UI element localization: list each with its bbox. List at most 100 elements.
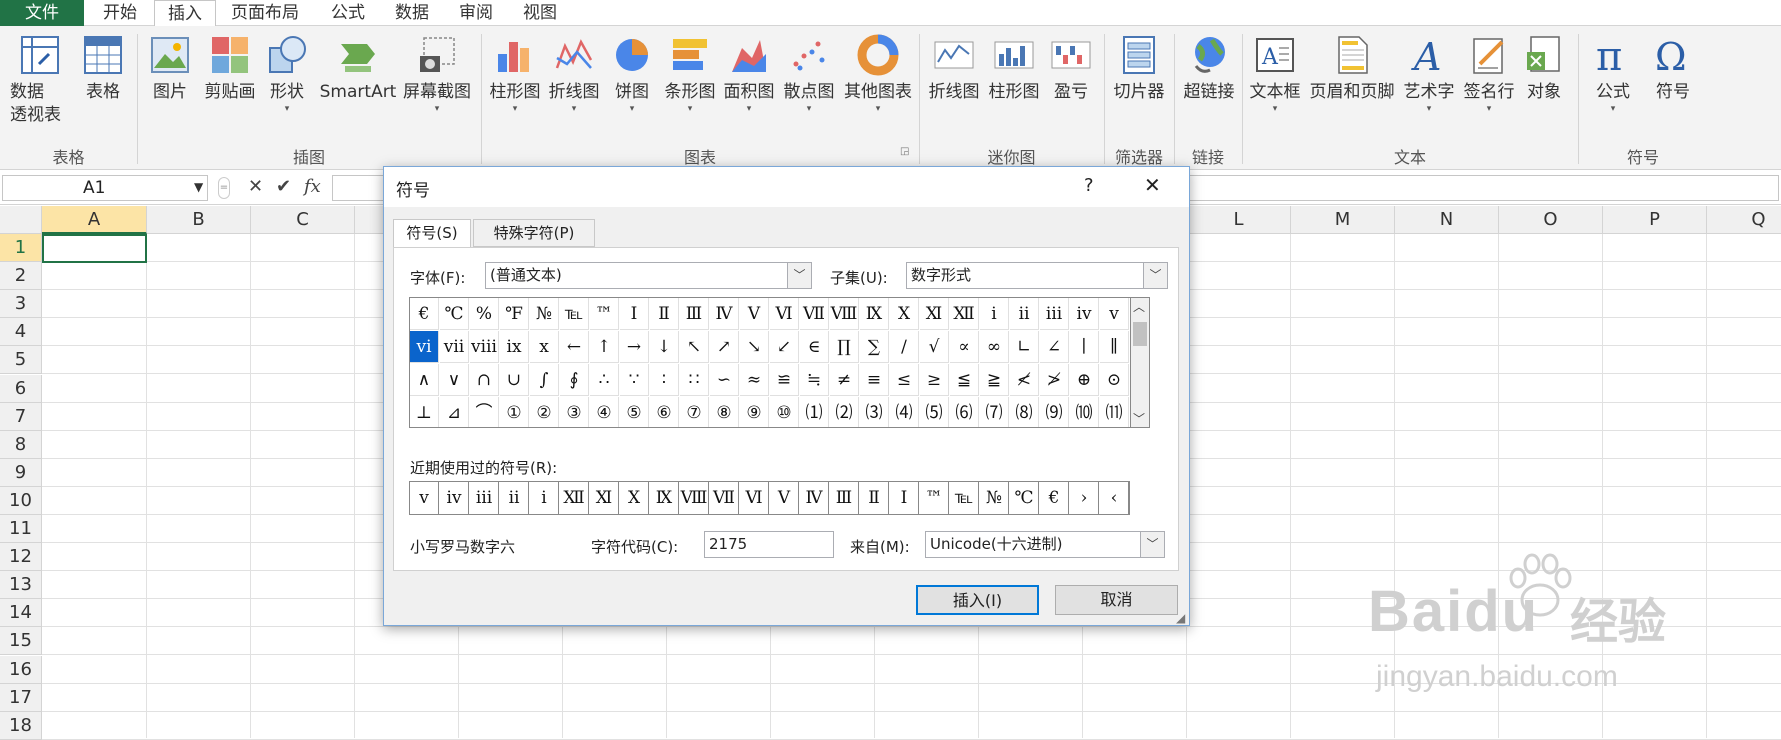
bar-chart-button[interactable]: 条形图 ▾	[660, 34, 720, 114]
slicer-button[interactable]: 切片器	[1108, 34, 1170, 104]
sparkline-winloss-button[interactable]: 盈亏	[1048, 34, 1094, 104]
symbol-cell[interactable]: ⑶	[860, 397, 889, 427]
symbol-cell[interactable]: ∠	[1040, 331, 1069, 363]
recent-symbols-row[interactable]: ⅴ ⅳ ⅲ ⅱ ⅰ Ⅻ Ⅺ Ⅹ Ⅸ Ⅷ Ⅶ Ⅵ Ⅴ Ⅳ Ⅲ Ⅱ Ⅰ ™ ℡ № ℃ € › ‹	[409, 481, 1130, 515]
symbol-cell[interactable]: Ⅻ	[950, 298, 979, 330]
symbol-cell[interactable]: ∽	[710, 364, 739, 396]
row-header-12[interactable]: 12	[0, 543, 42, 572]
cancel-entry-icon[interactable]: ✕	[248, 175, 263, 199]
symbol-cell[interactable]: ⊿	[440, 397, 469, 427]
column-header-C[interactable]: C	[251, 206, 355, 234]
symbol-cell[interactable]: ∶	[650, 364, 679, 396]
row-header-10[interactable]: 10	[0, 486, 42, 515]
recent-symbol-cell[interactable]: ›	[1070, 482, 1099, 514]
symbol-cell[interactable]: ↗	[710, 331, 739, 363]
symbol-cell[interactable]: ≥	[920, 364, 949, 396]
row-header-3[interactable]: 3	[0, 290, 42, 319]
row-header-6[interactable]: 6	[0, 374, 42, 403]
recent-symbol-cell[interactable]: ™	[920, 482, 949, 514]
resize-grip-icon[interactable]: ◢	[1176, 611, 1185, 625]
symbol-cell[interactable]: ∩	[470, 364, 499, 396]
pie-chart-button[interactable]: 饼图 ▾	[605, 34, 659, 114]
symbol-cell[interactable]: ⅱ	[1010, 298, 1039, 330]
symbol-cell[interactable]: ⑦	[680, 397, 709, 427]
symbol-cell[interactable]: ⑼	[1040, 397, 1069, 427]
symbol-cell[interactable]: ≤	[890, 364, 919, 396]
row-header-16[interactable]: 16	[0, 655, 42, 684]
symbol-cell[interactable]: Ⅸ	[860, 298, 889, 330]
screenshot-button[interactable]: 屏幕截图 ▾	[400, 34, 474, 114]
column-header-L[interactable]: L	[1187, 206, 1291, 234]
symbol-cell[interactable]: ℉	[500, 298, 529, 330]
font-select[interactable]: (普通文本) ﹀	[485, 262, 812, 289]
row-header-8[interactable]: 8	[0, 430, 42, 459]
symbol-cell[interactable]: ⅲ	[1040, 298, 1069, 330]
symbol-cell[interactable]: ⑨	[740, 397, 769, 427]
character-code-input[interactable]: 2175	[704, 531, 834, 558]
symbol-cell[interactable]: ⑾	[1100, 397, 1129, 427]
close-icon[interactable]: ✕	[1144, 173, 1161, 197]
column-header-A[interactable]: A	[42, 206, 147, 234]
symbol-cell[interactable]: ⑷	[890, 397, 919, 427]
recent-symbol-cell[interactable]: Ⅹ	[620, 482, 649, 514]
smartart-button[interactable]: SmartArt	[316, 34, 400, 104]
symbol-cell[interactable]: ∷	[680, 364, 709, 396]
tab-data[interactable]: 数据	[382, 0, 442, 26]
pivot-table-button[interactable]: 数据 透视表	[4, 34, 76, 127]
symbol-grid[interactable]: € ℃% ℉ № ℡ ™ Ⅰ Ⅱ Ⅲ Ⅳ Ⅴ Ⅵ Ⅶ Ⅷ Ⅸ Ⅹ Ⅺ Ⅻⅰ ⅱ ⅲ ⅳ ⅴ ⅵ ⅶ ⅷ ⅸ ⅹ ← ↑ → ↓ ↖ ↗ ↘ ↙ ∈ ∏ ∑…	[409, 297, 1131, 428]
symbol-cell[interactable]: ⅰ	[980, 298, 1009, 330]
signature-line-button[interactable]: 签名行 ▾	[1460, 34, 1518, 114]
column-header-O[interactable]: O	[1499, 206, 1603, 234]
font-dropdown-icon[interactable]: ﹀	[787, 263, 811, 288]
symbol-cell[interactable]: ∨	[440, 364, 469, 396]
line-chart-button[interactable]: 折线图 ▾	[545, 34, 603, 114]
row-header-14[interactable]: 14	[0, 599, 42, 628]
symbol-cell[interactable]: ⅴ	[1100, 298, 1129, 330]
recent-symbol-cell[interactable]: Ⅸ	[650, 482, 679, 514]
symbol-cell[interactable]: ≦	[950, 364, 979, 396]
row-header-2[interactable]: 2	[0, 262, 42, 291]
symbol-cell[interactable]: ⑽	[1070, 397, 1099, 427]
scroll-thumb[interactable]	[1133, 322, 1147, 346]
tab-special-characters[interactable]: 特殊字符(P)	[473, 219, 595, 247]
header-footer-button[interactable]: 页眉和页脚	[1306, 34, 1398, 104]
recent-symbol-cell[interactable]: Ⅲ	[830, 482, 859, 514]
symbol-cell[interactable]: ∥	[1100, 331, 1129, 363]
symbol-cell[interactable]: ⑵	[830, 397, 859, 427]
tab-formulas[interactable]: 公式	[318, 0, 378, 26]
symbol-cell[interactable]: ←	[560, 331, 589, 363]
insert-button[interactable]: 插入(I)	[916, 585, 1039, 615]
symbol-cell[interactable]: ∧	[410, 364, 439, 396]
symbol-cell[interactable]: ≧	[980, 364, 1009, 396]
symbol-cell[interactable]: ∑	[860, 331, 889, 363]
clipart-button[interactable]: 剪贴画	[200, 34, 260, 104]
symbol-cell[interactable]: ↖	[680, 331, 709, 363]
recent-symbol-cell[interactable]: ⅱ	[500, 482, 529, 514]
name-box[interactable]: A1	[2, 175, 208, 201]
textbox-button[interactable]: A 文本框 ▾	[1246, 34, 1304, 114]
from-dropdown-icon[interactable]: ﹀	[1140, 532, 1164, 557]
scroll-down-icon[interactable]: ﹀	[1133, 410, 1145, 427]
symbol-cell[interactable]: ⑥	[650, 397, 679, 427]
symbol-cell[interactable]: ∫	[530, 364, 559, 396]
insert-function-icon[interactable]: fx	[304, 175, 321, 199]
hyperlink-button[interactable]: 超链接	[1178, 34, 1240, 104]
recent-symbol-cell[interactable]: ⅲ	[470, 482, 499, 514]
symbol-cell[interactable]: ∮	[560, 364, 589, 396]
tab-insert[interactable]: 插入	[154, 0, 216, 27]
symbol-cell[interactable]: ↑	[590, 331, 619, 363]
symbol-cell[interactable]: ∣	[1070, 331, 1099, 363]
symbol-cell[interactable]: ↘	[740, 331, 769, 363]
recent-symbol-cell[interactable]: ‹	[1100, 482, 1129, 514]
wordart-button[interactable]: A 艺术字 ▾	[1400, 34, 1458, 114]
recent-symbol-cell[interactable]: Ⅷ	[680, 482, 709, 514]
from-select[interactable]: Unicode(十六进制) ﹀	[925, 531, 1165, 558]
recent-symbol-cell[interactable]: Ⅱ	[860, 482, 889, 514]
row-header-15[interactable]: 15	[0, 627, 42, 656]
column-header-B[interactable]: B	[147, 206, 251, 234]
subset-dropdown-icon[interactable]: ﹀	[1143, 263, 1167, 288]
symbol-cell[interactable]: ⑧	[710, 397, 739, 427]
object-button[interactable]: 对象	[1518, 34, 1570, 104]
symbol-cell[interactable]: %	[470, 298, 499, 330]
symbol-cell[interactable]: ∕	[890, 331, 919, 363]
